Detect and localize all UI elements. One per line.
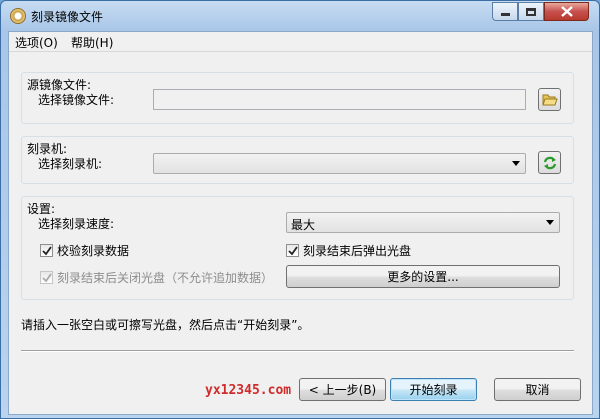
back-button[interactable]: < 上一步(B) xyxy=(299,378,386,401)
close-icon xyxy=(560,6,573,17)
start-burn-button[interactable]: 开始刻录 xyxy=(390,378,477,401)
burn-image-window: 刻录镜像文件 选项(O) 帮助(H) 源镜像文件: 选择镜像文件: 刻录机: 选… xyxy=(0,0,600,419)
source-file-label: 选择镜像文件: xyxy=(38,93,115,107)
window-title: 刻录镜像文件 xyxy=(31,10,104,24)
chevron-down-icon xyxy=(546,220,554,225)
divider xyxy=(21,350,574,352)
speed-label: 选择刻录速度: xyxy=(38,217,115,231)
verify-checkbox[interactable]: 校验刻录数据 xyxy=(40,242,129,259)
checkbox-box xyxy=(286,244,299,257)
menu-options[interactable]: 选项(O) xyxy=(15,34,58,51)
minimize-icon xyxy=(500,13,510,16)
checkmark-icon xyxy=(288,246,298,256)
folder-open-icon xyxy=(541,94,558,105)
checkbox-box xyxy=(40,271,53,284)
eject-checkbox-label: 刻录结束后弹出光盘 xyxy=(303,244,412,258)
verify-checkbox-label: 校验刻录数据 xyxy=(57,244,130,258)
cancel-button[interactable]: 取消 xyxy=(494,378,581,401)
refresh-icon xyxy=(543,156,556,169)
title-bar[interactable]: 刻录镜像文件 xyxy=(1,1,599,31)
speed-select[interactable]: 最大 xyxy=(286,212,560,233)
chevron-down-icon xyxy=(512,161,520,166)
close-button[interactable] xyxy=(544,2,589,21)
more-settings-button[interactable]: 更多的设置... xyxy=(286,265,560,288)
maximize-button[interactable] xyxy=(518,2,544,21)
watermark: yx12345.com xyxy=(205,383,292,398)
close-disc-checkbox-label: 刻录结束后关闭光盘（不允许追加数据） xyxy=(57,271,274,285)
checkmark-icon xyxy=(42,273,52,283)
burner-group: 刻录机: 选择刻录机: xyxy=(21,136,574,184)
close-disc-checkbox: 刻录结束后关闭光盘（不允许追加数据） xyxy=(40,269,273,286)
refresh-button[interactable] xyxy=(538,151,561,174)
speed-select-value: 最大 xyxy=(291,218,316,232)
eject-checkbox[interactable]: 刻录结束后弹出光盘 xyxy=(286,242,411,259)
browse-button[interactable] xyxy=(538,88,561,111)
menu-help[interactable]: 帮助(H) xyxy=(71,34,113,51)
menu-bar: 选项(O) 帮助(H) xyxy=(9,32,592,52)
settings-group: 设置: 选择刻录速度: 最大 校验刻录数据 刻录结束后弹出光盘 刻录结束后关闭光… xyxy=(21,196,574,300)
source-image-group: 源镜像文件: 选择镜像文件: xyxy=(21,72,574,124)
source-file-input[interactable] xyxy=(153,89,526,110)
burner-label: 选择刻录机: xyxy=(38,157,103,171)
burner-select[interactable] xyxy=(153,153,526,174)
checkmark-icon xyxy=(42,246,52,256)
dialog-client-area: 选项(O) 帮助(H) 源镜像文件: 选择镜像文件: 刻录机: 选择刻录机: 设… xyxy=(8,31,593,415)
maximize-icon xyxy=(526,7,536,16)
instruction-text: 请插入一张空白或可擦写光盘，然后点击“开始刻录”。 xyxy=(21,318,310,332)
checkbox-box xyxy=(40,244,53,257)
disc-burn-icon xyxy=(10,8,26,24)
minimize-button[interactable] xyxy=(492,2,518,21)
